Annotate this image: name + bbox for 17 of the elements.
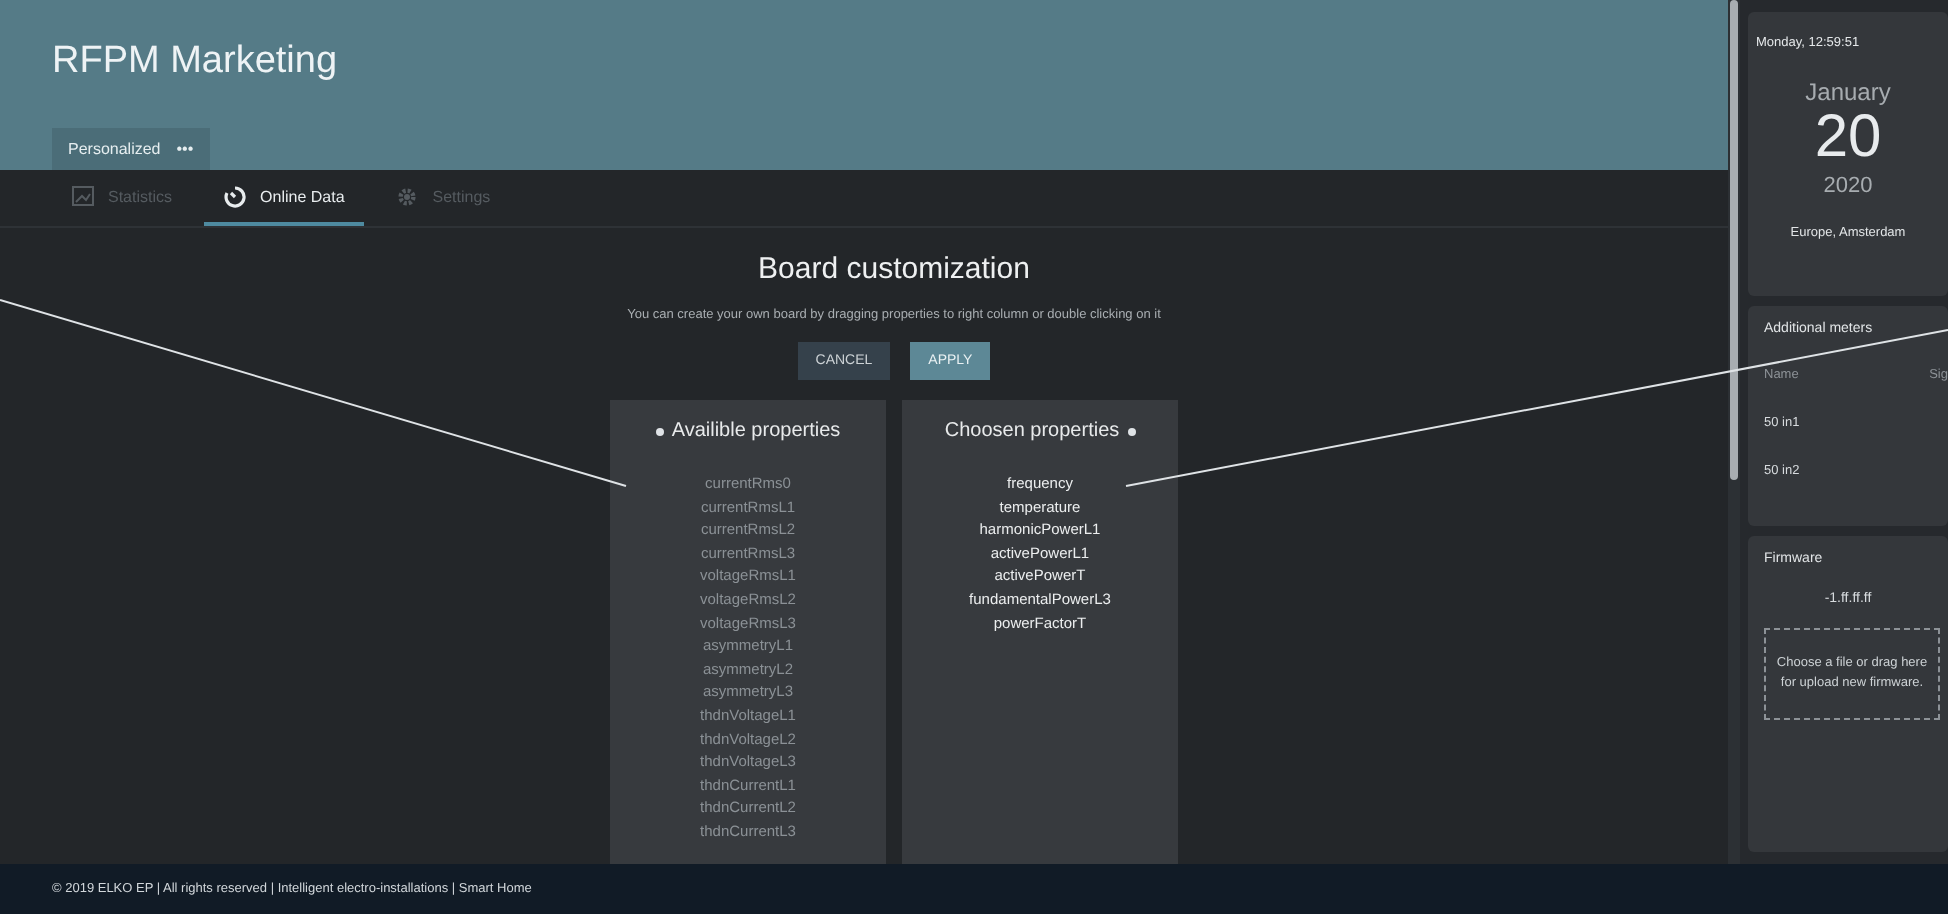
timer-icon xyxy=(224,185,247,207)
day-number: 20 xyxy=(1814,106,1882,170)
panel-title: Availible properties xyxy=(671,420,841,442)
month: January xyxy=(1805,78,1891,106)
board-tab[interactable]: Personalized ••• xyxy=(52,128,210,170)
year: 2020 xyxy=(1823,174,1873,198)
board-title: Board customization xyxy=(758,252,1030,286)
pointer-dot xyxy=(1127,427,1136,435)
more-menu-button[interactable]: ••• xyxy=(176,140,194,158)
image-icon xyxy=(72,186,94,206)
panel-title: Choosen properties xyxy=(944,420,1120,442)
pointer-dot xyxy=(655,427,664,435)
tab[interactable]: Online Data xyxy=(204,170,365,226)
settings-icon xyxy=(396,185,419,207)
app-title: RFPM Marketing xyxy=(52,40,340,84)
board-tab-label: Personalized xyxy=(68,140,161,158)
scrollbar-thumb[interactable] xyxy=(1730,0,1738,480)
